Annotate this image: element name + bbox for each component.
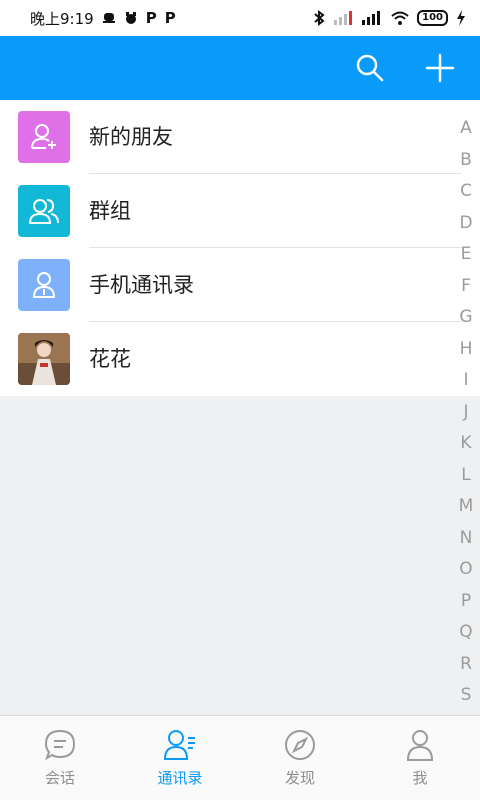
tab-discover[interactable]: 发现 [240,716,360,800]
signal-icon-2 [362,11,381,25]
tab-contacts[interactable]: 通讯录 [120,716,240,800]
list-item-label: 新的朋友 [89,125,173,149]
index-letter[interactable]: E [456,239,476,271]
index-letter[interactable]: I [456,365,476,397]
status-bar: 晚上9:19 P P 100 [0,0,480,36]
signal-icon-1 [334,11,353,25]
index-letter[interactable]: N [456,523,476,555]
phone-contacts-icon [18,259,70,311]
index-letter[interactable]: A [456,113,476,145]
index-letter[interactable]: M [456,491,476,523]
profile-icon [406,730,434,761]
bluetooth-icon [314,10,325,26]
avatar-photo [18,333,70,385]
index-letter[interactable]: L [456,460,476,492]
tab-label: 我 [412,769,428,787]
compass-icon [285,730,315,760]
list-item-label: 手机通讯录 [89,273,194,297]
tab-label: 发现 [284,769,315,787]
tab-me[interactable]: 我 [360,716,480,800]
plus-icon[interactable] [424,52,456,84]
status-right: 100 [313,10,466,26]
add-user-icon [18,111,70,163]
index-letter[interactable]: C [456,176,476,208]
search-icon[interactable] [354,52,386,84]
list-item-new-friends[interactable]: 新的朋友 [0,100,480,174]
app-bar [0,36,480,100]
p-icon-2: P [164,9,176,27]
wifi-icon [391,11,409,25]
contact-list: 新的朋友 群组 手机通讯录 花花 [0,100,480,396]
group-icon [18,185,70,237]
index-letter[interactable]: K [456,428,476,460]
index-letter[interactable]: H [456,334,476,366]
index-letter[interactable]: P [456,586,476,618]
tab-label: 通讯录 [157,769,203,787]
list-item-contact[interactable]: 花花 [0,322,480,396]
notification-icon-2 [125,12,136,24]
index-letter[interactable]: D [456,208,476,240]
chat-icon [44,729,76,761]
index-letter[interactable]: S [456,680,476,712]
status-left: 晚上9:19 P P [30,8,176,29]
index-letter[interactable]: R [456,649,476,681]
index-letter[interactable]: O [456,554,476,586]
list-item-label: 群组 [89,199,131,223]
index-letter[interactable]: J [456,397,476,429]
index-letter[interactable]: Q [456,617,476,649]
alphabet-index[interactable]: A B C D E F G H I J K L M N O P Q R S [456,113,476,712]
list-item-label: 花花 [89,347,131,371]
index-letter[interactable]: B [456,145,476,177]
battery-indicator: 100 [417,10,448,26]
notification-icon-1 [102,13,115,23]
status-time: 晚上9:19 [30,9,94,28]
bottom-nav: 会话 通讯录 发现 我 [0,715,480,800]
tab-label: 会话 [44,769,75,787]
tab-chats[interactable]: 会话 [0,716,120,800]
index-letter[interactable]: F [456,271,476,303]
index-letter[interactable]: G [456,302,476,334]
list-item-groups[interactable]: 群组 [0,174,480,248]
contacts-icon [163,730,195,760]
p-icon-1: P [145,9,157,27]
list-item-phone-contacts[interactable]: 手机通讯录 [0,248,480,322]
charging-icon [457,10,465,26]
